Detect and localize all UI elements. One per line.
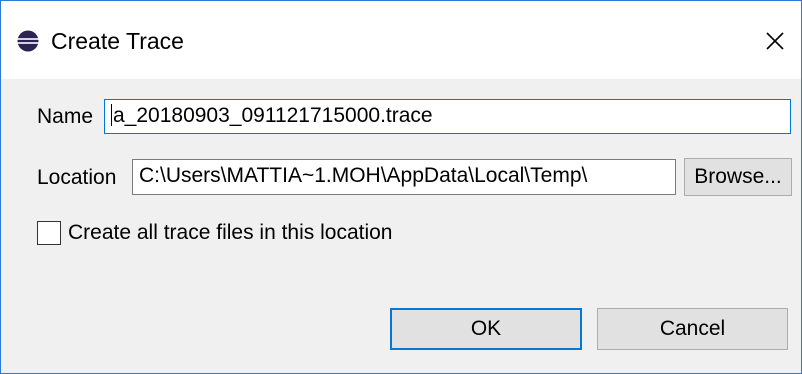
- close-icon: [766, 32, 784, 50]
- name-input-value: a_20180903_091121715000.trace: [113, 104, 433, 127]
- create-all-trace-files-checkbox[interactable]: [37, 221, 61, 245]
- create-all-trace-files-label[interactable]: Create all trace files in this location: [68, 220, 393, 246]
- browse-button[interactable]: Browse...: [684, 158, 792, 196]
- close-button[interactable]: [757, 23, 793, 59]
- eclipse-icon: [17, 30, 39, 52]
- title-bar[interactable]: Create Trace: [1, 1, 801, 79]
- location-input[interactable]: C:\Users\MATTIA~1.MOH\AppData\Local\Temp…: [132, 159, 676, 195]
- dialog-title: Create Trace: [51, 28, 184, 54]
- create-trace-dialog: Create Trace Name a_20180903_09112171500…: [0, 0, 802, 374]
- name-label: Name: [37, 105, 94, 128]
- name-input[interactable]: a_20180903_091121715000.trace: [104, 99, 791, 134]
- cancel-button[interactable]: Cancel: [597, 308, 788, 350]
- ok-button[interactable]: OK: [390, 308, 582, 350]
- location-input-value: C:\Users\MATTIA~1.MOH\AppData\Local\Temp…: [139, 164, 588, 187]
- location-label: Location: [37, 166, 117, 189]
- text-caret: [111, 104, 112, 126]
